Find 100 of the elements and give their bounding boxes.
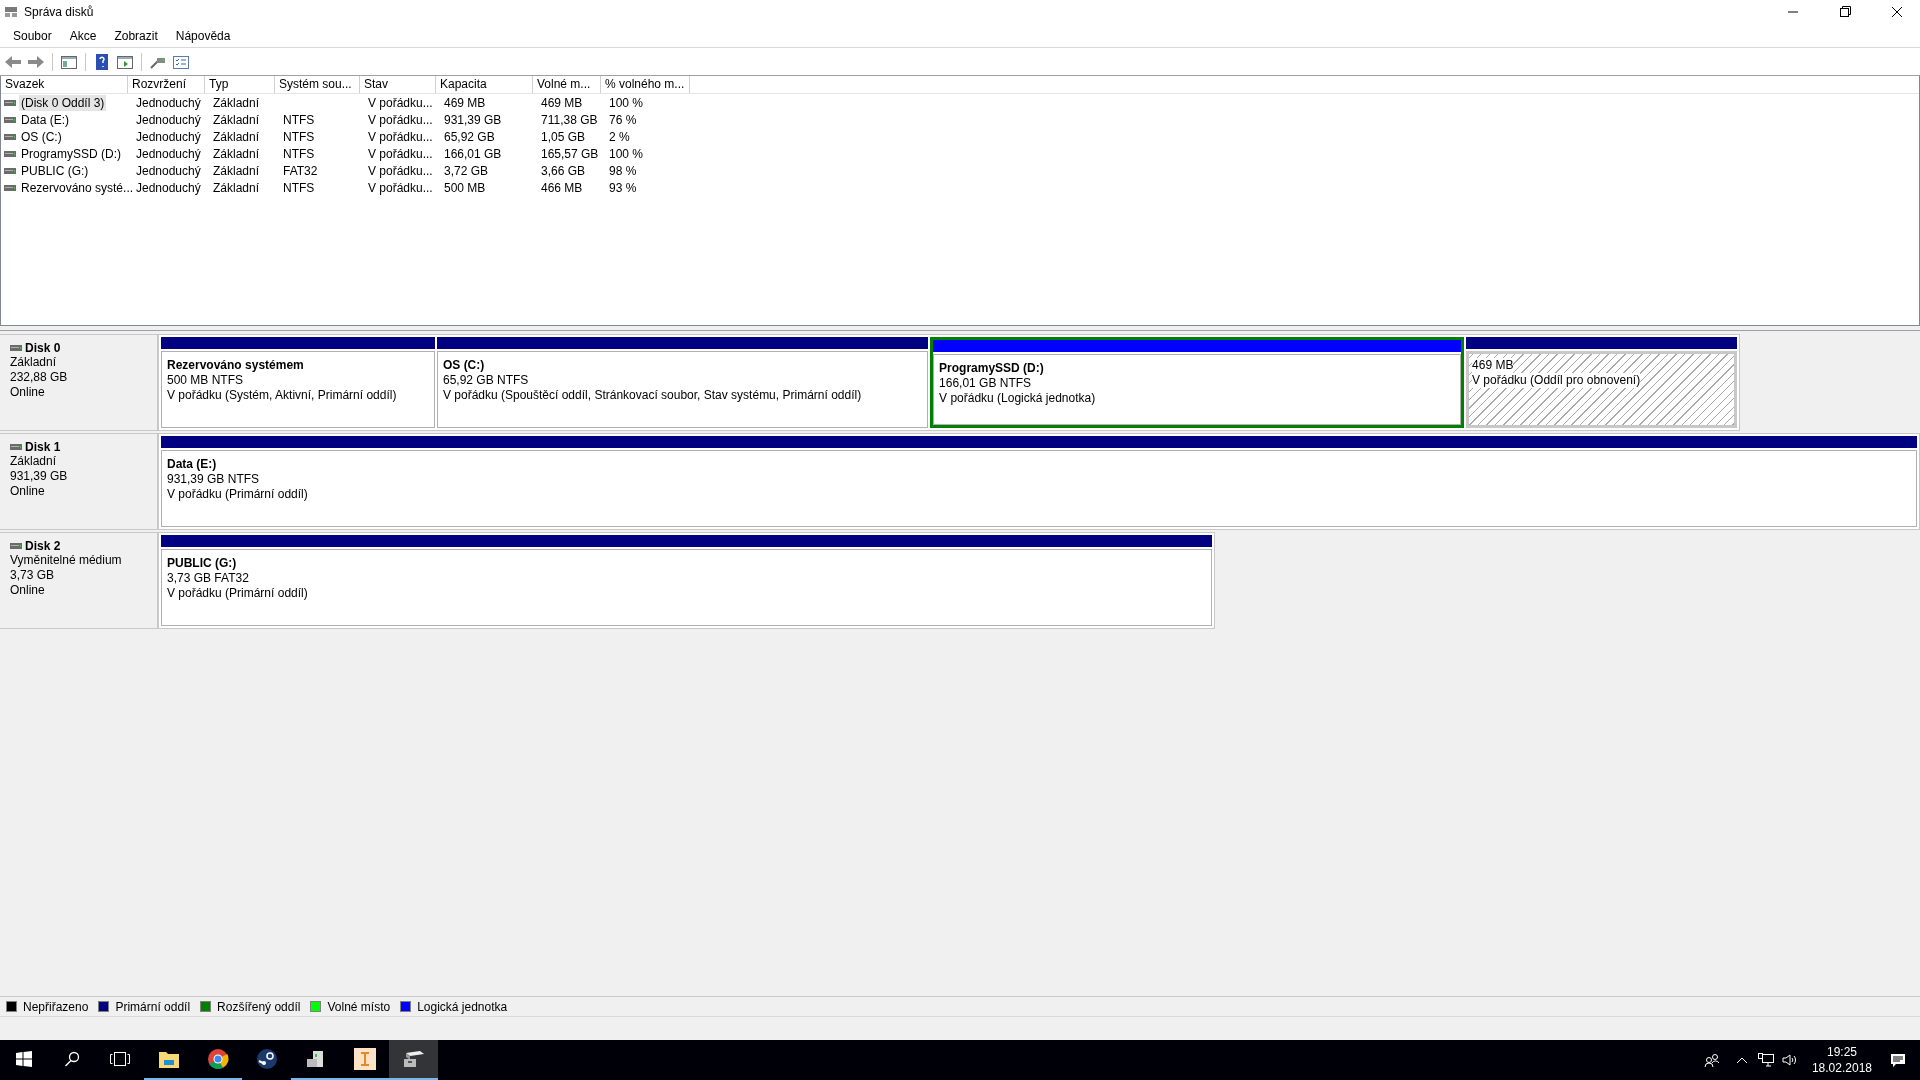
partition-name: ProgramySSD (D:)	[939, 361, 1045, 376]
table-cell-text: Jednoduchý	[135, 128, 202, 145]
volume-icon	[4, 167, 16, 174]
column-header[interactable]: % volného m...	[601, 76, 690, 93]
table-cell-text: Základní	[212, 94, 261, 111]
table-cell-text: NTFS	[282, 145, 316, 162]
table-cell[interactable]: ProgramySSD (D:)	[19, 145, 123, 162]
disk-management-icon	[4, 6, 18, 18]
taskbar-app-button[interactable]	[389, 1040, 438, 1080]
table-cell-text: NTFS	[282, 128, 316, 145]
partition-status: V pořádku (Oddíl pro obnovení)	[1472, 373, 1641, 388]
people-icon[interactable]	[1703, 1052, 1720, 1068]
partition-block[interactable]: Data (E:) 931,39 GB NTFS V pořádku (Primární oddíl)	[161, 450, 1917, 527]
column-header[interactable]: Systém sou...	[275, 76, 360, 93]
disk-icon	[10, 444, 22, 450]
disk-size: 931,39 GB	[10, 469, 69, 484]
legend-label: Logická jednotka	[417, 999, 508, 1014]
table-cell-text: V pořádku...	[367, 145, 434, 162]
partition-name: Data (E:)	[167, 457, 218, 472]
partition-block[interactable]: OS (C:) 65,92 GB NTFS V pořádku (Spouštěcí oddíl, Stránkovací soubor, Stav systému, Primární oddíl)	[436, 351, 929, 428]
help-icon[interactable]	[93, 52, 111, 71]
legend-label: Primární oddíl	[115, 999, 191, 1014]
partition-block[interactable]: Rezervováno systémem 500 MB NTFS V pořádku (Systém, Aktivní, Primární oddíl)	[161, 351, 435, 428]
disk-info-panel[interactable]: Disk 1 Základní 931,39 GB Online	[0, 433, 158, 530]
table-cell-text: 3,72 GB	[443, 162, 490, 179]
table-cell-text: 931,39 GB	[443, 111, 503, 128]
disk-info-panel[interactable]: Disk 2 Vyměnitelné médium 3,73 GB Online	[0, 532, 158, 629]
partition-status: V pořádku (Logická jednotka)	[939, 391, 1096, 406]
table-cell-text: FAT32	[282, 162, 319, 179]
volume-icon	[4, 150, 16, 157]
task-view-icon	[110, 1051, 130, 1067]
app-tile-icon	[353, 1048, 376, 1070]
legend-label: Rozšířený oddíl	[217, 999, 301, 1014]
clock-date[interactable]: 18.02.2018	[1811, 1060, 1872, 1076]
menu-item[interactable]: Akce	[60, 28, 106, 43]
partition-status: V pořádku (Spouštěcí oddíl, Stránkovací soubor, Stav systému, Primární oddíl)	[442, 388, 862, 403]
volume-icon	[4, 116, 16, 123]
partition-name: PUBLIC (G:)	[167, 556, 238, 571]
table-cell[interactable]: PUBLIC (G:)	[19, 162, 91, 179]
disk-icon	[10, 345, 22, 351]
column-header[interactable]: Svazek	[1, 76, 128, 93]
partition-block[interactable]: 469 MB V pořádku (Oddíl pro obnovení)	[1466, 351, 1737, 428]
partition-size: 3,73 GB FAT32	[167, 571, 249, 586]
table-cell-text: V pořádku...	[367, 94, 434, 111]
disk-info-panel[interactable]: Disk 0 Základní 232,88 GB Online	[0, 334, 158, 431]
table-cell-text: Základní	[212, 111, 261, 128]
partition-status: V pořádku (Primární oddíl)	[167, 487, 308, 502]
partition-status: V pořádku (Systém, Aktivní, Primární oddíl)	[167, 388, 397, 403]
table-cell-text: Jednoduchý	[135, 111, 202, 128]
table-cell-text: Jednoduchý	[135, 179, 202, 196]
table-cell[interactable]: Rezervováno systé...	[19, 179, 136, 196]
disk-status: Online	[10, 484, 46, 499]
window-title: Správa disků	[24, 5, 95, 19]
partition-name: OS (C:)	[442, 358, 486, 373]
disk-type: Vyměnitelné médium	[10, 553, 123, 568]
column-header[interactable]: Volné m...	[533, 76, 601, 93]
partition-status: V pořádku (Primární oddíl)	[167, 586, 308, 601]
table-cell-text: 711,38 GB	[540, 111, 599, 128]
disk-status: Online	[10, 583, 46, 598]
disk-type: Základní	[10, 355, 58, 370]
disk-drive-icon	[401, 1049, 426, 1069]
partition-size: 500 MB NTFS	[167, 373, 244, 388]
partition-block[interactable]: ProgramySSD (D:) 166,01 GB NTFS V pořádku (Logická jednotka)	[933, 354, 1462, 425]
table-cell-text: 165,57 GB	[540, 145, 600, 162]
column-header[interactable]: Rozvržení	[128, 76, 205, 93]
column-header[interactable]: Kapacita	[436, 76, 533, 93]
table-cell-text: 469 MB	[540, 94, 584, 111]
partition-name: Rezervováno systémem	[167, 358, 305, 373]
table-cell-text: 65,92 GB	[443, 128, 496, 145]
network-icon[interactable]	[1757, 1053, 1774, 1067]
table-cell[interactable]: (Disk 0 Oddíl 3)	[19, 94, 107, 111]
table-cell-text: 166,01 GB	[443, 145, 503, 162]
menu-item[interactable]: Nápověda	[166, 28, 240, 43]
partition-size: 166,01 GB NTFS	[939, 376, 1032, 391]
partition-size: 469 MB	[1472, 358, 1514, 373]
volume-icon[interactable]	[1781, 1053, 1798, 1067]
table-cell[interactable]: OS (C:)	[19, 128, 64, 145]
table-cell-text: Jednoduchý	[135, 94, 202, 111]
table-cell-text: 98 %	[608, 162, 638, 179]
table-cell-text: Základní	[212, 179, 261, 196]
table-cell-text: 500 MB	[443, 179, 487, 196]
table-cell-text: V pořádku...	[367, 128, 434, 145]
disk-name: Disk 0	[25, 341, 61, 355]
column-header[interactable]: Typ	[205, 76, 275, 93]
menu-item[interactable]: Soubor	[4, 28, 61, 43]
table-cell-text: 93 %	[608, 179, 638, 196]
partition-block[interactable]: PUBLIC (G:) 3,73 GB FAT32 V pořádku (Primární oddíl)	[161, 549, 1212, 626]
column-header[interactable]: Stav	[360, 76, 436, 93]
clock-time[interactable]: 19:25	[1826, 1044, 1857, 1060]
chevron-up-icon[interactable]	[1735, 1056, 1748, 1064]
table-cell-text: 1,05 GB	[540, 128, 587, 145]
table-cell-text: Jednoduchý	[135, 162, 202, 179]
table-cell[interactable]: Data (E:)	[19, 111, 71, 128]
table-cell-text: V pořádku...	[367, 179, 434, 196]
table-cell-text: V pořádku...	[367, 162, 434, 179]
steam-icon	[255, 1048, 278, 1070]
notification-icon[interactable]	[1890, 1052, 1906, 1068]
windows-logo-icon	[16, 1051, 32, 1067]
menu-item[interactable]: Zobrazit	[105, 28, 167, 43]
disk-size: 3,73 GB	[10, 568, 56, 583]
